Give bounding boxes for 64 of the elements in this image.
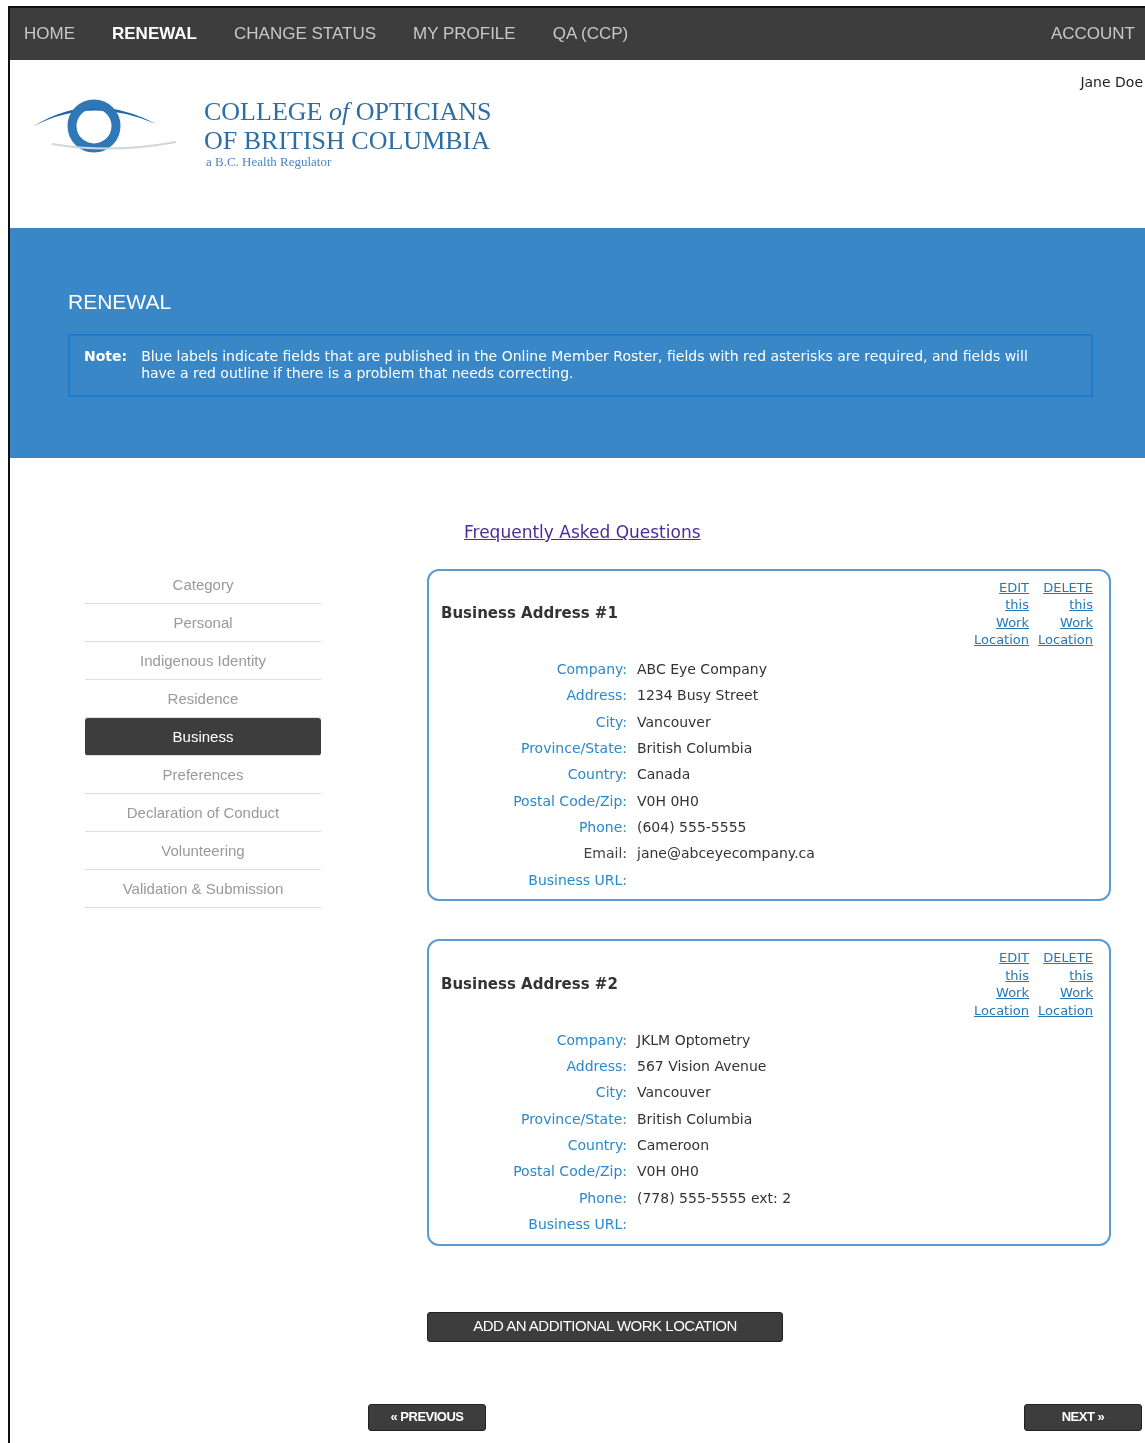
field-label: Phone:: [577, 1188, 628, 1208]
field-label: Phone:: [577, 817, 628, 837]
field-label: Company:: [555, 660, 628, 680]
field-value: ABC Eye Company: [637, 660, 767, 680]
edit-link[interactable]: EDIT this Work Location: [973, 578, 1029, 649]
tagline: a B.C. Health Regulator: [206, 155, 333, 170]
field-value: V0H 0H0: [637, 1162, 699, 1182]
field-label: Business URL:: [527, 1214, 628, 1234]
step-item[interactable]: Indigenous Identity: [85, 641, 321, 680]
delete-link[interactable]: DELETE this Work Location: [1037, 578, 1093, 649]
faq-link[interactable]: Frequently Asked Questions: [464, 522, 701, 542]
field-label: City:: [594, 712, 628, 732]
step-item[interactable]: Validation & Submission: [85, 869, 321, 908]
field-value: British Columbia: [637, 1109, 753, 1129]
field-value: (778) 555-5555 ext: 2: [637, 1188, 792, 1208]
nav-tab[interactable]: CHANGE STATUS: [216, 21, 395, 47]
edit-link[interactable]: EDIT this Work Location: [973, 949, 1029, 1020]
step-item[interactable]: Residence: [85, 679, 321, 718]
step-item[interactable]: Preferences: [85, 755, 321, 794]
nav-tab[interactable]: RENEWAL: [94, 21, 216, 47]
field-label: Country:: [566, 1136, 628, 1155]
field-label: Email:: [582, 844, 628, 864]
field-label: Province/State:: [519, 739, 628, 759]
field-value: Canada: [637, 765, 691, 785]
field-value: Cameroon: [637, 1136, 710, 1155]
field-label: City:: [594, 1083, 628, 1103]
card-title: Business Address #1: [441, 603, 619, 625]
note-text: Blue labels indicate fields that are published in the Online Member Roster, fields with red asterisks are required, and fields will have a red outline if there is a problem that needs correcting.: [141, 347, 1029, 383]
step-item[interactable]: Volunteering: [85, 831, 321, 870]
nav-tab[interactable]: HOME: [24, 21, 94, 47]
college-name: OF BRITISH COLUMBIA: [204, 126, 492, 156]
field-label: Business URL:: [527, 870, 628, 890]
field-label: Company:: [555, 1030, 628, 1050]
note-label: Note:: [84, 347, 128, 366]
next-button[interactable]: NEXT »: [1024, 1403, 1142, 1431]
step-item[interactable]: Personal: [85, 603, 321, 642]
step-item[interactable]: Declaration of Conduct: [85, 793, 321, 832]
add-location-button[interactable]: ADD AN ADDITIONAL WORK LOCATION: [427, 1311, 783, 1342]
field-value: JKLM Optometry: [637, 1030, 751, 1050]
step-item[interactable]: Business: [85, 717, 321, 756]
user-name: Jane Doe: [1080, 73, 1143, 92]
nav-tab[interactable]: QA (CCP): [534, 21, 648, 47]
page-title: RENEWAL: [68, 289, 173, 315]
field-value: British Columbia: [637, 739, 753, 759]
previous-button[interactable]: « PREVIOUS: [368, 1403, 486, 1431]
field-value: jane@abceyecompany.ca: [637, 844, 815, 864]
field-label: Postal Code/Zip:: [512, 1162, 628, 1182]
field-value: 567 Vision Avenue: [637, 1057, 767, 1077]
nav-tab[interactable]: MY PROFILE: [395, 21, 535, 47]
field-label: Address:: [565, 1057, 628, 1077]
field-value: V0H 0H0: [637, 791, 699, 811]
field-label: Address:: [565, 686, 628, 706]
field-value: (604) 555-5555: [637, 817, 747, 837]
field-label: Province/State:: [519, 1109, 628, 1129]
field-value: Vancouver: [637, 712, 711, 732]
college-name: COLLEGE of OPTICIANS: [204, 98, 492, 127]
field-label: Postal Code/Zip:: [512, 791, 628, 811]
step-item[interactable]: Category: [85, 565, 321, 604]
account-menu[interactable]: ACCOUNT: [1050, 21, 1135, 47]
field-label: Country:: [566, 765, 628, 785]
field-value: 1234 Busy Street: [637, 686, 759, 706]
delete-link[interactable]: DELETE this Work Location: [1037, 949, 1093, 1020]
card-title: Business Address #2: [441, 973, 619, 995]
field-value: Vancouver: [637, 1083, 711, 1103]
